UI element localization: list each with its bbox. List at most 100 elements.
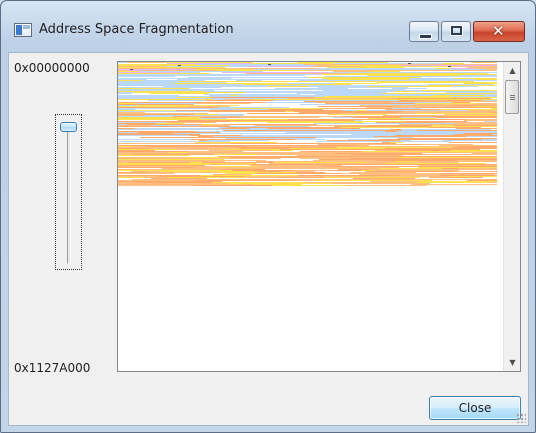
window-title: Address Space Fragmentation [39, 22, 234, 37]
memory-block [400, 71, 413, 72]
memory-block [490, 182, 497, 183]
scroll-down-icon[interactable]: ▼ [504, 354, 520, 371]
memory-block [230, 141, 263, 142]
memory-block [357, 146, 458, 147]
memory-map-graphic [118, 62, 497, 186]
memory-block [452, 64, 476, 65]
slider-track[interactable] [67, 122, 71, 264]
memory-block [392, 102, 452, 103]
memory-block [259, 140, 269, 141]
memory-block [118, 179, 132, 180]
memory-block [375, 149, 480, 150]
memory-block [285, 132, 388, 133]
memory-block [203, 68, 275, 69]
memory-block [250, 165, 311, 166]
memory-block [209, 150, 272, 151]
memory-block [245, 92, 358, 93]
memory-block [419, 165, 437, 166]
memory-block [118, 76, 175, 77]
dialog-client-area: 0x00000000 0x1127A000 ▲ ▼ Close [8, 52, 529, 426]
memory-map-canvas[interactable] [118, 62, 497, 371]
title-bar[interactable]: Address Space Fragmentation ✕ [1, 1, 535, 45]
memory-block [126, 81, 179, 82]
memory-block [453, 105, 497, 106]
memory-block [118, 84, 148, 85]
memory-block [225, 161, 256, 162]
memory-block [433, 72, 497, 73]
memory-block [305, 75, 367, 76]
memory-block [317, 65, 331, 66]
memory-block [284, 166, 322, 167]
fragmentation-map[interactable]: ▲ ▼ [117, 61, 521, 372]
memory-block [329, 170, 361, 171]
top-address-label: 0x00000000 [14, 61, 90, 75]
memory-block [225, 99, 254, 100]
memory-block [297, 62, 388, 63]
memory-block [468, 110, 497, 111]
memory-block [196, 128, 221, 129]
memory-block [118, 154, 133, 155]
memory-block [401, 129, 483, 130]
close-window-button[interactable]: ✕ [473, 21, 525, 42]
memory-block [363, 66, 411, 67]
memory-block [334, 83, 379, 84]
memory-block [357, 145, 369, 146]
memory-block [363, 164, 468, 165]
memory-block [297, 156, 306, 157]
memory-block [127, 128, 135, 129]
memory-block [421, 108, 478, 109]
memory-block [288, 98, 391, 99]
memory-block [337, 100, 399, 101]
memory-block [348, 139, 379, 140]
memory-block [451, 162, 459, 163]
memory-block [118, 166, 213, 167]
memory-block [235, 147, 337, 148]
memory-block [224, 174, 252, 175]
memory-block [424, 180, 432, 181]
memory-block [327, 140, 400, 141]
memory-block [143, 70, 218, 71]
memory-block [439, 175, 484, 176]
maximize-button[interactable] [441, 21, 471, 42]
memory-block [229, 144, 318, 145]
memory-block [180, 158, 258, 159]
memory-block [144, 173, 174, 174]
memory-block [495, 165, 497, 166]
grip-line [510, 99, 515, 100]
memory-block [118, 77, 158, 78]
slider-thumb[interactable] [60, 122, 77, 132]
memory-block [202, 162, 274, 163]
scroll-up-icon[interactable]: ▲ [504, 62, 520, 79]
minimize-button[interactable] [409, 21, 439, 42]
memory-block [296, 82, 377, 83]
memory-block [316, 102, 367, 103]
memory-block [469, 92, 497, 93]
memory-block [334, 130, 402, 131]
memory-block [118, 93, 132, 94]
memory-block [408, 87, 452, 88]
memory-block [240, 148, 289, 149]
memory-block [428, 84, 494, 85]
memory-block [118, 115, 144, 116]
memory-block [427, 185, 462, 186]
memory-block [411, 140, 442, 141]
memory-block [118, 118, 200, 119]
memory-block [403, 142, 449, 143]
close-button[interactable]: Close [429, 396, 521, 420]
memory-block [431, 152, 497, 153]
zoom-slider[interactable] [55, 114, 82, 270]
memory-block [387, 110, 468, 111]
vertical-scrollbar[interactable]: ▲ ▼ [503, 62, 520, 371]
scrollbar-thumb[interactable] [505, 80, 519, 114]
resize-grip-icon[interactable] [516, 413, 526, 423]
memory-block [135, 182, 212, 183]
memory-block [213, 166, 258, 167]
memory-block [456, 160, 497, 161]
memory-block [126, 62, 165, 63]
memory-block [179, 95, 209, 96]
memory-block [394, 91, 415, 92]
memory-block [377, 82, 465, 83]
memory-block [150, 93, 209, 94]
memory-block [356, 85, 428, 86]
memory-block [274, 162, 325, 163]
